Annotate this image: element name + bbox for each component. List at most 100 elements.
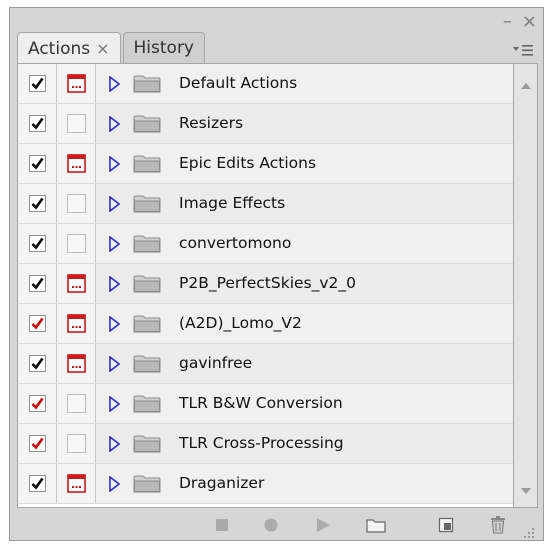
dialog-cell — [57, 224, 96, 263]
dialog-toggle[interactable] — [66, 274, 86, 293]
dialog-cell — [57, 64, 96, 103]
action-set-label: P2B_PerfectSkies_v2_0 — [179, 274, 357, 292]
toggle-cell — [18, 224, 57, 263]
toggle-cell — [18, 184, 57, 223]
dialog-toggle[interactable] — [66, 154, 86, 173]
toggle-cell — [18, 264, 57, 303]
tab-label: Actions — [28, 38, 91, 59]
toggle-checkbox[interactable] — [28, 235, 46, 252]
folder-icon — [133, 235, 161, 253]
toggle-cell — [18, 144, 57, 183]
toggle-cell — [18, 64, 57, 103]
toggle-checkbox[interactable] — [28, 355, 46, 372]
expand-arrow-icon[interactable] — [108, 395, 121, 413]
expand-arrow-icon[interactable] — [108, 315, 121, 333]
toggle-checkbox[interactable] — [28, 155, 46, 172]
action-set-label: Draganizer — [179, 474, 265, 492]
dialog-cell — [57, 424, 96, 463]
checkmark-icon — [31, 157, 44, 170]
close-button[interactable]: × — [522, 11, 537, 32]
resize-grip-icon[interactable] — [523, 524, 535, 538]
dialog-icon — [66, 74, 86, 93]
toggle-checkbox[interactable] — [28, 315, 46, 332]
dialog-cell — [57, 384, 96, 423]
scroll-down-icon[interactable] — [514, 481, 537, 501]
dialog-toggle[interactable] — [66, 474, 86, 493]
dialog-toggle[interactable] — [66, 394, 86, 413]
action-row[interactable]: (A2D)_Lomo_V2 — [18, 304, 513, 344]
dialog-toggle[interactable] — [66, 114, 86, 133]
record-button[interactable] — [258, 513, 284, 537]
toggle-checkbox[interactable] — [28, 75, 46, 92]
dialog-icon — [66, 274, 86, 293]
tab-history[interactable]: History — [122, 32, 205, 63]
new-action-button[interactable] — [433, 513, 459, 537]
expand-arrow-icon[interactable] — [108, 275, 121, 293]
tab-close-icon[interactable]: × — [96, 39, 109, 58]
action-row[interactable]: TLR Cross-Processing — [18, 424, 513, 464]
action-set-label: TLR B&W Conversion — [179, 394, 343, 412]
dialog-cell — [57, 144, 96, 183]
delete-button[interactable] — [485, 513, 511, 537]
expand-arrow-icon[interactable] — [108, 355, 121, 373]
dialog-cell — [57, 184, 96, 223]
play-button[interactable] — [310, 513, 336, 537]
toggle-checkbox[interactable] — [28, 115, 46, 132]
folder-icon — [133, 115, 161, 133]
dialog-toggle[interactable] — [66, 74, 86, 93]
expand-arrow-icon[interactable] — [108, 115, 121, 133]
tab-actions[interactable]: Actions × — [17, 32, 121, 64]
new-set-button[interactable] — [363, 513, 389, 537]
expand-arrow-icon[interactable] — [108, 435, 121, 453]
action-row[interactable]: convertomono — [18, 224, 513, 264]
action-row[interactable]: Image Effects — [18, 184, 513, 224]
toggle-checkbox[interactable] — [28, 395, 46, 412]
scroll-up-icon[interactable] — [514, 76, 537, 96]
dialog-toggle[interactable] — [66, 234, 86, 253]
bottom-toolbar — [17, 511, 538, 539]
checkmark-icon — [31, 477, 44, 490]
action-set-label: TLR Cross-Processing — [179, 434, 344, 452]
dialog-toggle[interactable] — [66, 354, 86, 373]
folder-icon — [133, 315, 161, 333]
dialog-icon — [66, 474, 86, 493]
action-row[interactable]: gavinfree — [18, 344, 513, 384]
checkmark-icon — [31, 237, 44, 250]
folder-icon — [133, 195, 161, 213]
minimize-button[interactable]: – — [503, 11, 512, 32]
checkmark-icon — [31, 117, 44, 130]
checkmark-icon — [31, 197, 44, 210]
dialog-toggle[interactable] — [66, 314, 86, 333]
action-row[interactable]: Epic Edits Actions — [18, 144, 513, 184]
expand-arrow-icon[interactable] — [108, 235, 121, 253]
action-set-label: (A2D)_Lomo_V2 — [179, 314, 302, 332]
expand-arrow-icon[interactable] — [108, 75, 121, 93]
action-row[interactable]: P2B_PerfectSkies_v2_0 — [18, 264, 513, 304]
panel-menu-icon[interactable] — [509, 38, 537, 62]
action-row[interactable]: TLR B&W Conversion — [18, 384, 513, 424]
toggle-cell — [18, 424, 57, 463]
dialog-cell — [57, 464, 96, 503]
toggle-checkbox[interactable] — [28, 435, 46, 452]
checkmark-icon — [31, 397, 44, 410]
vertical-scrollbar[interactable] — [514, 63, 538, 508]
actions-list: Default Actions Resizers Epic Edits Action… — [17, 63, 514, 508]
dialog-toggle[interactable] — [66, 434, 86, 453]
checkmark-icon — [31, 437, 44, 450]
trash-icon — [491, 516, 505, 534]
action-row[interactable]: Draganizer — [18, 464, 513, 504]
toggle-checkbox[interactable] — [28, 195, 46, 212]
play-icon — [317, 518, 330, 532]
toggle-checkbox[interactable] — [28, 475, 46, 492]
action-row[interactable]: Default Actions — [18, 64, 513, 104]
action-row[interactable]: Resizers — [18, 104, 513, 144]
dialog-toggle[interactable] — [66, 194, 86, 213]
expand-arrow-icon[interactable] — [108, 195, 121, 213]
checkmark-icon — [31, 317, 44, 330]
expand-arrow-icon[interactable] — [108, 475, 121, 493]
stop-button[interactable] — [209, 513, 235, 537]
folder-icon — [133, 155, 161, 173]
toggle-checkbox[interactable] — [28, 275, 46, 292]
action-set-label: Epic Edits Actions — [179, 154, 317, 172]
expand-arrow-icon[interactable] — [108, 155, 121, 173]
